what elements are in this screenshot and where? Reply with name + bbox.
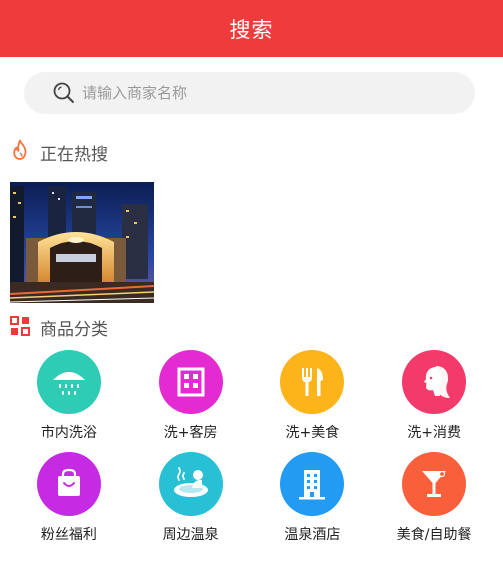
category-label: 洗+消费	[407, 425, 461, 441]
category-label: 洗+客房	[163, 425, 218, 441]
grid-category-icon	[10, 315, 30, 340]
category-item-consume[interactable]: 洗+消费	[373, 350, 495, 442]
category-item-hotspring[interactable]: 周边温泉	[130, 452, 252, 544]
building-window-icon	[158, 350, 223, 414]
category-label: 粉丝福利	[40, 527, 97, 543]
category-item-food[interactable]: 洗+美食	[252, 350, 374, 442]
hot-search-title: 正在热搜	[40, 144, 108, 165]
flame-icon	[10, 139, 30, 165]
category-title: 商品分类	[40, 320, 108, 340]
app-header: 搜索	[0, 0, 503, 57]
category-label: 洗+美食	[285, 425, 340, 441]
category-label: 周边温泉	[162, 527, 219, 543]
search-bar	[0, 57, 503, 114]
shower-icon	[36, 350, 101, 414]
category-item-fans[interactable]: 粉丝福利	[8, 452, 130, 544]
category-item-room[interactable]: 洗+客房	[130, 350, 252, 442]
hotel-icon	[280, 452, 345, 516]
hot-search-card[interactable]	[10, 182, 154, 303]
category-label: 美食/自助餐	[396, 527, 472, 543]
category-item-hotel[interactable]: 温泉酒店	[252, 452, 374, 544]
hot-search-header: 正在热搜	[0, 139, 503, 165]
search-icon	[52, 81, 76, 105]
fork-knife-icon	[280, 350, 345, 414]
page-title: 搜索	[229, 17, 274, 42]
category-item-buffet[interactable]: 美食/自助餐	[373, 452, 495, 544]
category-label: 市内洗浴	[40, 425, 97, 441]
hot-spring-icon	[158, 452, 223, 516]
category-grid: 市内洗浴 洗+客房 洗+美食 洗+消费 粉丝福利 周边温泉 温泉酒店 美食/自助…	[0, 350, 503, 544]
woman-face-icon	[402, 350, 467, 414]
category-label: 温泉酒店	[284, 527, 341, 543]
cocktail-icon	[402, 452, 467, 516]
search-input[interactable]	[82, 84, 412, 102]
hot-search-photo	[10, 182, 154, 303]
category-item-bathing[interactable]: 市内洗浴	[8, 350, 130, 442]
search-field[interactable]	[24, 72, 475, 114]
category-header: 商品分类	[0, 315, 503, 340]
gift-bag-icon	[36, 452, 101, 516]
